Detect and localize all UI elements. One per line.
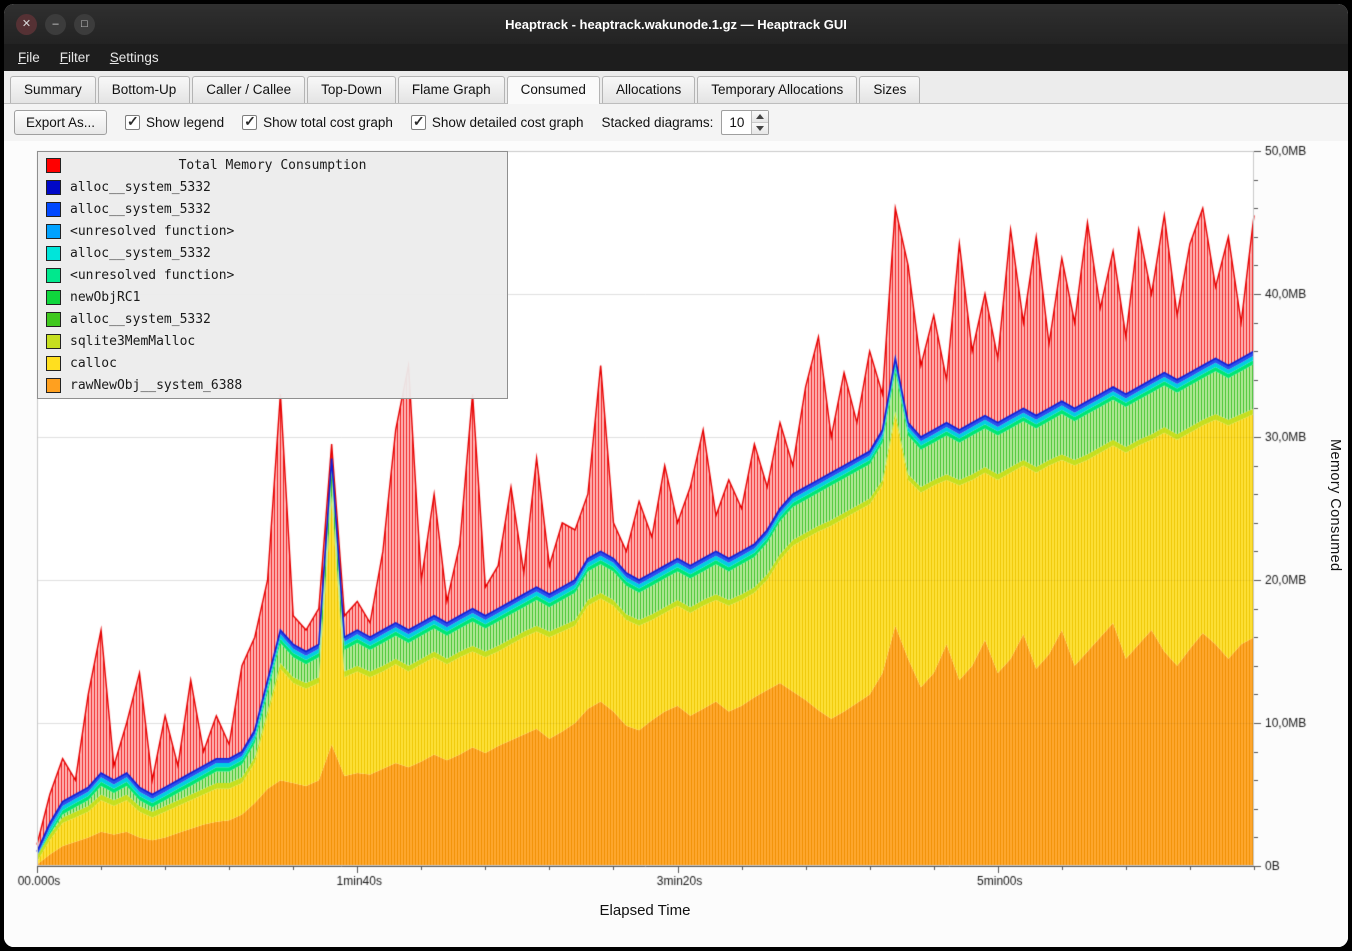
legend-label: sqlite3MemMalloc: [70, 334, 195, 349]
legend-label: <unresolved function>: [70, 268, 234, 283]
show-detailed-cost-checkbox-group[interactable]: Show detailed cost graph: [411, 115, 584, 130]
legend-swatch: [46, 356, 61, 371]
screen: ✕ – □ Heaptrack - heaptrack.wakunode.1.g…: [0, 0, 1352, 951]
legend-item: alloc__system_5332: [38, 308, 507, 330]
legend-item: <unresolved function>: [38, 264, 507, 286]
x-axis-label: Elapsed Time: [4, 902, 1286, 919]
legend-label: alloc__system_5332: [70, 312, 211, 327]
stacked-diagrams-spinbox[interactable]: 10: [721, 110, 769, 135]
legend-label: alloc__system_5332: [70, 202, 211, 217]
legend-swatch: [46, 334, 61, 349]
show-total-cost-label: Show total cost graph: [263, 115, 393, 130]
legend-swatch: [46, 312, 61, 327]
tab-bottom-up[interactable]: Bottom-Up: [98, 76, 191, 103]
legend-swatch: [46, 246, 61, 261]
legend-item: newObjRC1: [38, 286, 507, 308]
toolbar: Export As... Show legend Show total cost…: [4, 104, 1348, 141]
menu-file[interactable]: File: [8, 46, 50, 69]
tab-flame-graph[interactable]: Flame Graph: [398, 76, 505, 103]
legend-label: rawNewObj__system_6388: [70, 378, 242, 393]
maximize-button[interactable]: □: [74, 14, 95, 35]
legend-label: alloc__system_5332: [70, 180, 211, 195]
tab-caller-callee[interactable]: Caller / Callee: [192, 76, 305, 103]
spin-buttons: [751, 111, 768, 134]
show-detailed-cost-label: Show detailed cost graph: [432, 115, 584, 130]
stacked-diagrams-decrement[interactable]: [752, 122, 768, 134]
show-legend-label: Show legend: [146, 115, 224, 130]
legend-swatch: [46, 180, 61, 195]
maximize-icon: □: [81, 14, 88, 35]
tab-consumed[interactable]: Consumed: [507, 76, 600, 104]
tab-temporary-allocations[interactable]: Temporary Allocations: [697, 76, 857, 103]
legend-swatch: [46, 268, 61, 283]
legend-label: <unresolved function>: [70, 224, 234, 239]
legend-item: rawNewObj__system_6388: [38, 374, 507, 396]
minimize-icon: –: [52, 14, 58, 35]
tab-top-down[interactable]: Top-Down: [307, 76, 396, 103]
stacked-diagrams-label: Stacked diagrams:: [602, 115, 714, 130]
legend-swatch-total: [46, 158, 61, 173]
arrow-down-icon: [756, 126, 764, 131]
stacked-diagrams-value[interactable]: 10: [722, 111, 751, 134]
chart-panel: Total Memory Consumption alloc__system_5…: [4, 141, 1348, 947]
minimize-button[interactable]: –: [45, 14, 66, 35]
menu-filter[interactable]: Filter: [50, 46, 100, 69]
close-button[interactable]: ✕: [16, 14, 37, 35]
legend-swatch: [46, 224, 61, 239]
show-legend-checkbox-group[interactable]: Show legend: [125, 115, 224, 130]
window-controls: ✕ – □: [16, 14, 95, 35]
legend-item: calloc: [38, 352, 507, 374]
show-total-cost-checkbox[interactable]: [242, 115, 257, 130]
legend-label: calloc: [70, 356, 117, 371]
legend-swatch: [46, 202, 61, 217]
menu-settings[interactable]: Settings: [100, 46, 169, 69]
legend-label: alloc__system_5332: [70, 246, 211, 261]
legend-item: alloc__system_5332: [38, 198, 507, 220]
legend-item: <unresolved function>: [38, 220, 507, 242]
legend-swatch: [46, 378, 61, 393]
tab-sizes[interactable]: Sizes: [859, 76, 920, 103]
show-legend-checkbox[interactable]: [125, 115, 140, 130]
legend-swatch: [46, 290, 61, 305]
tabbar: Summary Bottom-Up Caller / Callee Top-Do…: [4, 71, 1348, 104]
titlebar[interactable]: ✕ – □ Heaptrack - heaptrack.wakunode.1.g…: [4, 4, 1348, 44]
show-detailed-cost-checkbox[interactable]: [411, 115, 426, 130]
stacked-diagrams-increment[interactable]: [752, 111, 768, 122]
y-axis-label: Memory Consumed: [1327, 439, 1343, 572]
show-total-cost-checkbox-group[interactable]: Show total cost graph: [242, 115, 393, 130]
export-as-button[interactable]: Export As...: [14, 110, 107, 135]
tab-allocations[interactable]: Allocations: [602, 76, 695, 103]
heaptrack-window: ✕ – □ Heaptrack - heaptrack.wakunode.1.g…: [4, 4, 1348, 947]
legend-item: alloc__system_5332: [38, 176, 507, 198]
chart-legend: Total Memory Consumption alloc__system_5…: [37, 151, 508, 399]
legend-item: alloc__system_5332: [38, 242, 507, 264]
close-icon: ✕: [22, 14, 31, 35]
arrow-up-icon: [756, 114, 764, 119]
legend-title: Total Memory Consumption: [70, 158, 475, 173]
legend-item: sqlite3MemMalloc: [38, 330, 507, 352]
tab-summary[interactable]: Summary: [10, 76, 96, 103]
menubar: File Filter Settings: [4, 44, 1348, 71]
legend-title-row: Total Memory Consumption: [38, 154, 507, 176]
legend-label: newObjRC1: [70, 290, 140, 305]
window-title: Heaptrack - heaptrack.wakunode.1.gz — He…: [4, 17, 1348, 32]
